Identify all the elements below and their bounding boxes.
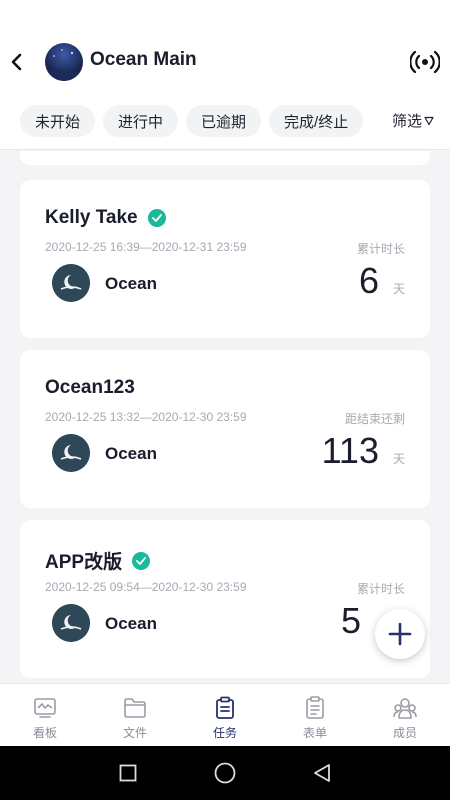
task-title-row: Ocean123 (45, 377, 135, 399)
tab-label: 文件 (122, 726, 147, 740)
moon-logo-icon (52, 264, 90, 302)
owner-name: Ocean (105, 614, 157, 633)
back-nav-button[interactable] (310, 761, 334, 785)
chevron-left-icon (11, 53, 22, 71)
circle-icon (214, 762, 236, 784)
check-circle-icon (132, 551, 151, 570)
filter-chip-done[interactable]: 完成/终止 (269, 105, 364, 137)
recents-button[interactable] (116, 761, 140, 785)
task-title: Ocean123 (45, 377, 135, 398)
owner-avatar (52, 264, 90, 302)
task-metric: 113 天 (322, 430, 405, 472)
form-icon (306, 696, 324, 719)
plus-icon (388, 622, 412, 646)
filter-chip-overdue[interactable]: 已逾期 (186, 105, 262, 137)
broadcast-button[interactable] (409, 50, 441, 74)
task-metric: 6 天 (359, 260, 405, 302)
owner-avatar (52, 434, 90, 472)
task-card[interactable]: Ocean123 2020-12-25 13:32—2020-12-30 23:… (20, 350, 430, 508)
folder-icon (124, 698, 146, 718)
filter-chip-in-progress[interactable]: 进行中 (103, 105, 179, 137)
dashboard-icon (34, 698, 56, 718)
metric-unit: 天 (392, 452, 405, 466)
moon-logo-icon (52, 434, 90, 472)
task-meta-label: 累计时长 (356, 582, 405, 596)
tab-dashboard[interactable]: 看板 (0, 684, 90, 746)
filter-funnel-icon (424, 116, 434, 125)
broadcast-icon (409, 50, 441, 74)
owner-avatar (52, 604, 90, 642)
tab-label: 成员 (392, 726, 417, 740)
project-avatar[interactable] (45, 43, 83, 81)
app-header: Ocean Main 未开始 进行中 已逾期 完成/终止 筛选 (0, 0, 450, 150)
back-button[interactable] (6, 48, 28, 76)
add-task-button[interactable] (375, 609, 425, 659)
triangle-back-icon (313, 764, 330, 782)
task-dates: 2020-12-25 13:32—2020-12-30 23:59 (45, 410, 247, 424)
filter-label: 筛选 (391, 113, 422, 130)
metric-value: 113 (321, 430, 379, 471)
tab-tasks[interactable]: 任务 (180, 684, 270, 746)
metric-value: 6 (358, 260, 379, 301)
page-title: Ocean Main (90, 49, 197, 70)
members-icon (393, 698, 417, 719)
task-dates: 2020-12-25 16:39—2020-12-31 23:59 (45, 240, 247, 254)
task-title-row: APP改版 (45, 547, 151, 574)
filter-chip-not-started[interactable]: 未开始 (20, 105, 96, 137)
home-button[interactable] (213, 761, 237, 785)
task-card-partial[interactable] (20, 151, 430, 165)
check-circle-icon (147, 209, 166, 227)
task-card[interactable]: Kelly Take 2020-12-25 16:39—2020-12-31 2… (20, 180, 430, 338)
tab-members[interactable]: 成员 (360, 684, 450, 746)
task-clipboard-icon (216, 696, 234, 719)
task-title: APP改版 (45, 552, 123, 573)
system-navigation-bar (0, 746, 450, 800)
task-meta-label: 距结束还剩 (344, 412, 405, 426)
bottom-tab-bar: 看板 文件 任务 表单 成员 (0, 683, 450, 746)
tab-forms[interactable]: 表单 (270, 684, 360, 746)
metric-unit: 天 (392, 282, 405, 296)
filter-button[interactable]: 筛选 (381, 110, 434, 131)
metric-value: 5 (340, 600, 361, 641)
tab-label: 表单 (302, 726, 327, 740)
task-card[interactable]: APP改版 2020-12-25 09:54—2020-12-30 23:59 … (20, 520, 430, 678)
tab-label: 看板 (32, 726, 57, 740)
task-title-row: Kelly Take (45, 207, 166, 229)
tab-label: 任务 (212, 726, 237, 740)
owner-name: Ocean (105, 444, 157, 463)
tab-files[interactable]: 文件 (90, 684, 180, 746)
moon-logo-icon (52, 604, 90, 642)
task-title: Kelly Take (45, 207, 138, 228)
task-meta-label: 累计时长 (356, 242, 405, 256)
owner-name: Ocean (105, 274, 157, 293)
square-icon (119, 764, 137, 782)
task-metric: 5 (341, 600, 375, 642)
task-dates: 2020-12-25 09:54—2020-12-30 23:59 (45, 580, 247, 594)
task-list[interactable]: Kelly Take 2020-12-25 16:39—2020-12-31 2… (0, 151, 450, 683)
